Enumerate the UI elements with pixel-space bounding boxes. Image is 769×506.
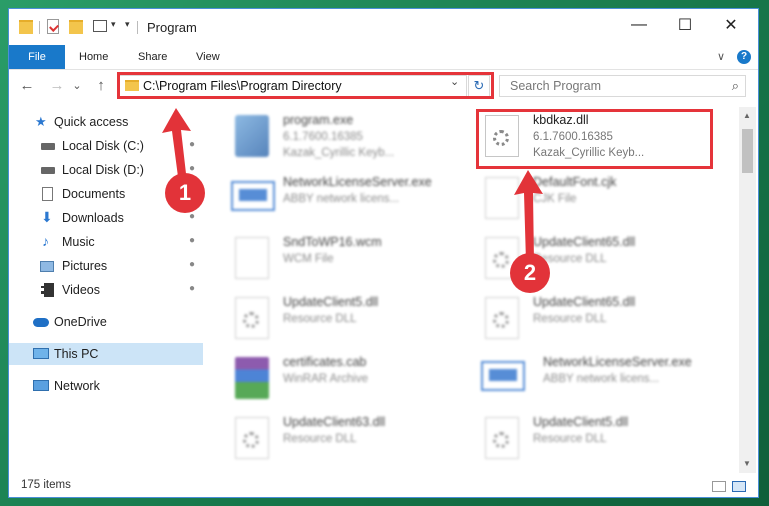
callout-badge-2: 2: [510, 253, 550, 293]
callout-badge-1: 1: [165, 173, 205, 213]
annotation-arrows: [162, 108, 543, 262]
arrow-2: [514, 170, 543, 262]
